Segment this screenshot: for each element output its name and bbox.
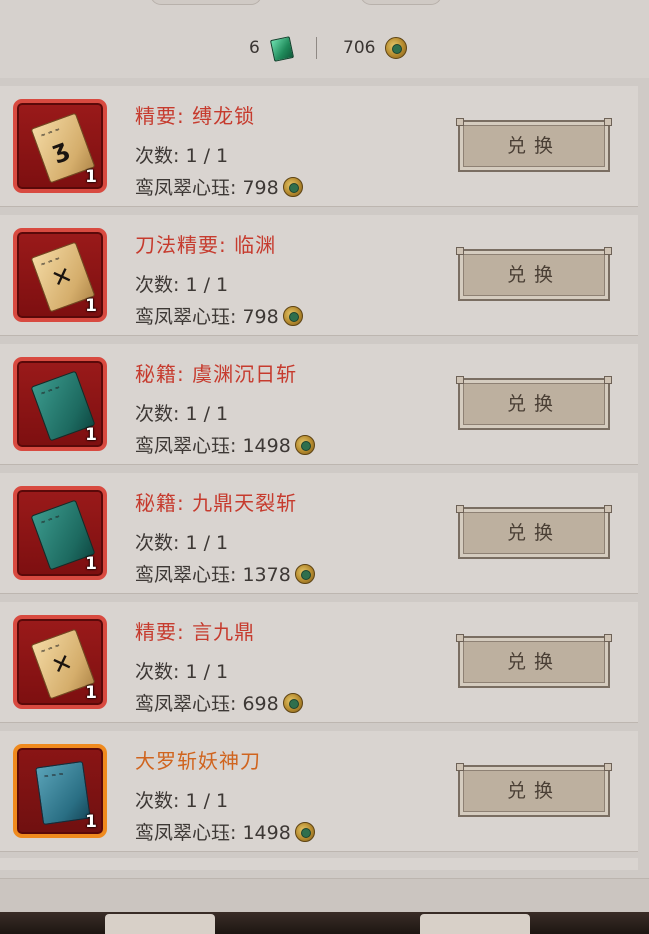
jade-coin-icon [385, 37, 407, 59]
item-count: 次数: 1 / 1 [135, 274, 229, 296]
header-ornament [150, 0, 262, 5]
jade-coin-icon [294, 822, 315, 842]
bottom-nav-bar [0, 912, 649, 934]
jade-coin-icon [282, 693, 303, 713]
exchange-button[interactable]: 兑换 [456, 763, 612, 817]
item-price: 鸾凤翠心珏: 798 [135, 173, 303, 200]
item-price: 鸾凤翠心珏: 698 [135, 689, 303, 716]
item-name: 秘籍: 九鼎天裂斩 [135, 491, 298, 515]
item-quantity: 1 [85, 812, 97, 832]
item-quantity: 1 [85, 425, 97, 445]
item-count: 次数: 1 / 1 [135, 532, 229, 554]
currency-divider [316, 37, 317, 59]
panel-footer [0, 878, 649, 913]
item-quantity: 1 [85, 683, 97, 703]
item-count: 次数: 1 / 1 [135, 661, 229, 683]
item-price: 鸾凤翠心珏: 1498 [135, 431, 315, 458]
header-ornament [360, 0, 442, 5]
item-name: 精要: 言九鼎 [135, 620, 256, 644]
item-icon[interactable]: ═ ═ ═ 1 [13, 357, 107, 451]
item-price: 鸾凤翠心珏: 1498 [135, 818, 315, 845]
jade-coin-count: 706 [343, 38, 376, 58]
exchange-item: ═ ═ ═ ✕ 1 精要: 言九鼎 次数: 1 / 1 鸾凤翠心珏: 698 兑… [0, 602, 638, 722]
jade-coin-icon [294, 435, 315, 455]
currency-bar: 6 706 [0, 34, 649, 64]
item-quantity: 1 [85, 554, 97, 574]
item-count: 次数: 1 / 1 [135, 403, 229, 425]
exchange-item: ═ ═ ═ ʒ 1 精要: 缚龙锁 次数: 1 / 1 鸾凤翠心珏: 798 兑… [0, 86, 638, 206]
item-quantity: 1 [85, 296, 97, 316]
item-count: 次数: 1 / 1 [135, 145, 229, 167]
item-icon[interactable]: ═ ═ ═ ✕ 1 [13, 228, 107, 322]
item-name: 秘籍: 虞渊沉日斩 [135, 362, 298, 386]
item-quantity: 1 [85, 167, 97, 187]
exchange-item: ═ ═ ═ 1 大罗斩妖神刀 次数: 1 / 1 鸾凤翠心珏: 1498 兑换 [0, 731, 638, 851]
exchange-button[interactable]: 兑换 [456, 247, 612, 301]
exchange-button[interactable]: 兑换 [456, 118, 612, 172]
bottom-tab[interactable] [105, 914, 215, 934]
item-icon[interactable]: ═ ═ ═ 1 [13, 744, 107, 838]
item-name: 刀法精要: 临渊 [135, 233, 277, 257]
exchange-button[interactable]: 兑换 [456, 376, 612, 430]
exchange-item: ═ ═ ═ 1 秘籍: 九鼎天裂斩 次数: 1 / 1 鸾凤翠心珏: 1378 … [0, 473, 638, 593]
exchange-button[interactable]: 兑换 [456, 634, 612, 688]
exchange-button[interactable]: 兑换 [456, 505, 612, 559]
jade-coin-icon [294, 564, 315, 584]
jade-coin-icon [282, 177, 303, 197]
bottom-tab[interactable] [420, 914, 530, 934]
exchange-item: ═ ═ ═ 1 秘籍: 虞渊沉日斩 次数: 1 / 1 鸾凤翠心珏: 1498 … [0, 344, 638, 464]
jade-token-icon [269, 36, 295, 62]
jade-token-count: 6 [249, 38, 260, 58]
exchange-item: ═ ═ ═ ✕ 1 刀法精要: 临渊 次数: 1 / 1 鸾凤翠心珏: 798 … [0, 215, 638, 335]
item-name: 大罗斩妖神刀 [135, 749, 261, 773]
item-icon[interactable]: ═ ═ ═ ʒ 1 [13, 99, 107, 193]
jade-coin-icon [282, 306, 303, 326]
item-count: 次数: 1 / 1 [135, 790, 229, 812]
item-price: 鸾凤翠心珏: 798 [135, 302, 303, 329]
item-icon[interactable]: ═ ═ ═ ✕ 1 [13, 615, 107, 709]
item-price: 鸾凤翠心珏: 1378 [135, 560, 315, 587]
blade-book-icon: ═ ═ ═ [35, 760, 91, 826]
item-icon[interactable]: ═ ═ ═ 1 [13, 486, 107, 580]
exchange-item-partial [0, 858, 638, 870]
item-name: 精要: 缚龙锁 [135, 104, 256, 128]
